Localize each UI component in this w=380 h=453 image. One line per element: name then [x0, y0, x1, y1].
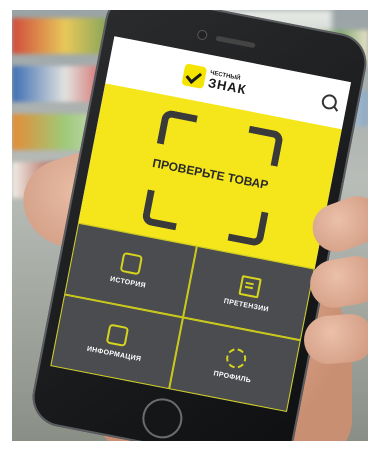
- scan-label: ПРОВЕРЬТЕ ТОВАР: [151, 155, 270, 193]
- checkmark-logo-icon: [181, 63, 208, 90]
- scan-frame-icon: [105, 323, 130, 348]
- menu-tile-label: ИСТОРИЯ: [109, 275, 147, 290]
- gear-icon: [224, 346, 248, 371]
- scan-frame-corner-icon: [156, 108, 198, 150]
- front-camera: [197, 30, 207, 40]
- home-button[interactable]: [138, 394, 186, 441]
- scan-frame-corner-icon: [141, 189, 183, 231]
- app-screen: ЧЕСТНЫЙ ЗНАК ПРОВЕРЬТЕ ТОВАР ИСТОРИЯ ПРЕ…: [50, 36, 351, 413]
- scan-frame-corner-icon: [227, 206, 269, 248]
- photo-background: ЧЕСТНЫЙ ЗНАК ПРОВЕРЬТЕ ТОВАР ИСТОРИЯ ПРЕ…: [12, 10, 368, 441]
- menu-tile-label: ПРОФИЛЬ: [212, 370, 252, 385]
- search-icon[interactable]: [320, 93, 339, 111]
- earpiece: [215, 35, 256, 49]
- scan-frame-corner-icon: [243, 125, 285, 167]
- menu-tile-label: ИНФОРМАЦИЯ: [86, 345, 142, 364]
- scan-frame-icon: [119, 251, 144, 276]
- document-icon: [238, 274, 262, 299]
- app-logo: ЧЕСТНЫЙ ЗНАК: [181, 60, 250, 100]
- menu-tile-label: ПРЕТЕНЗИИ: [223, 298, 270, 314]
